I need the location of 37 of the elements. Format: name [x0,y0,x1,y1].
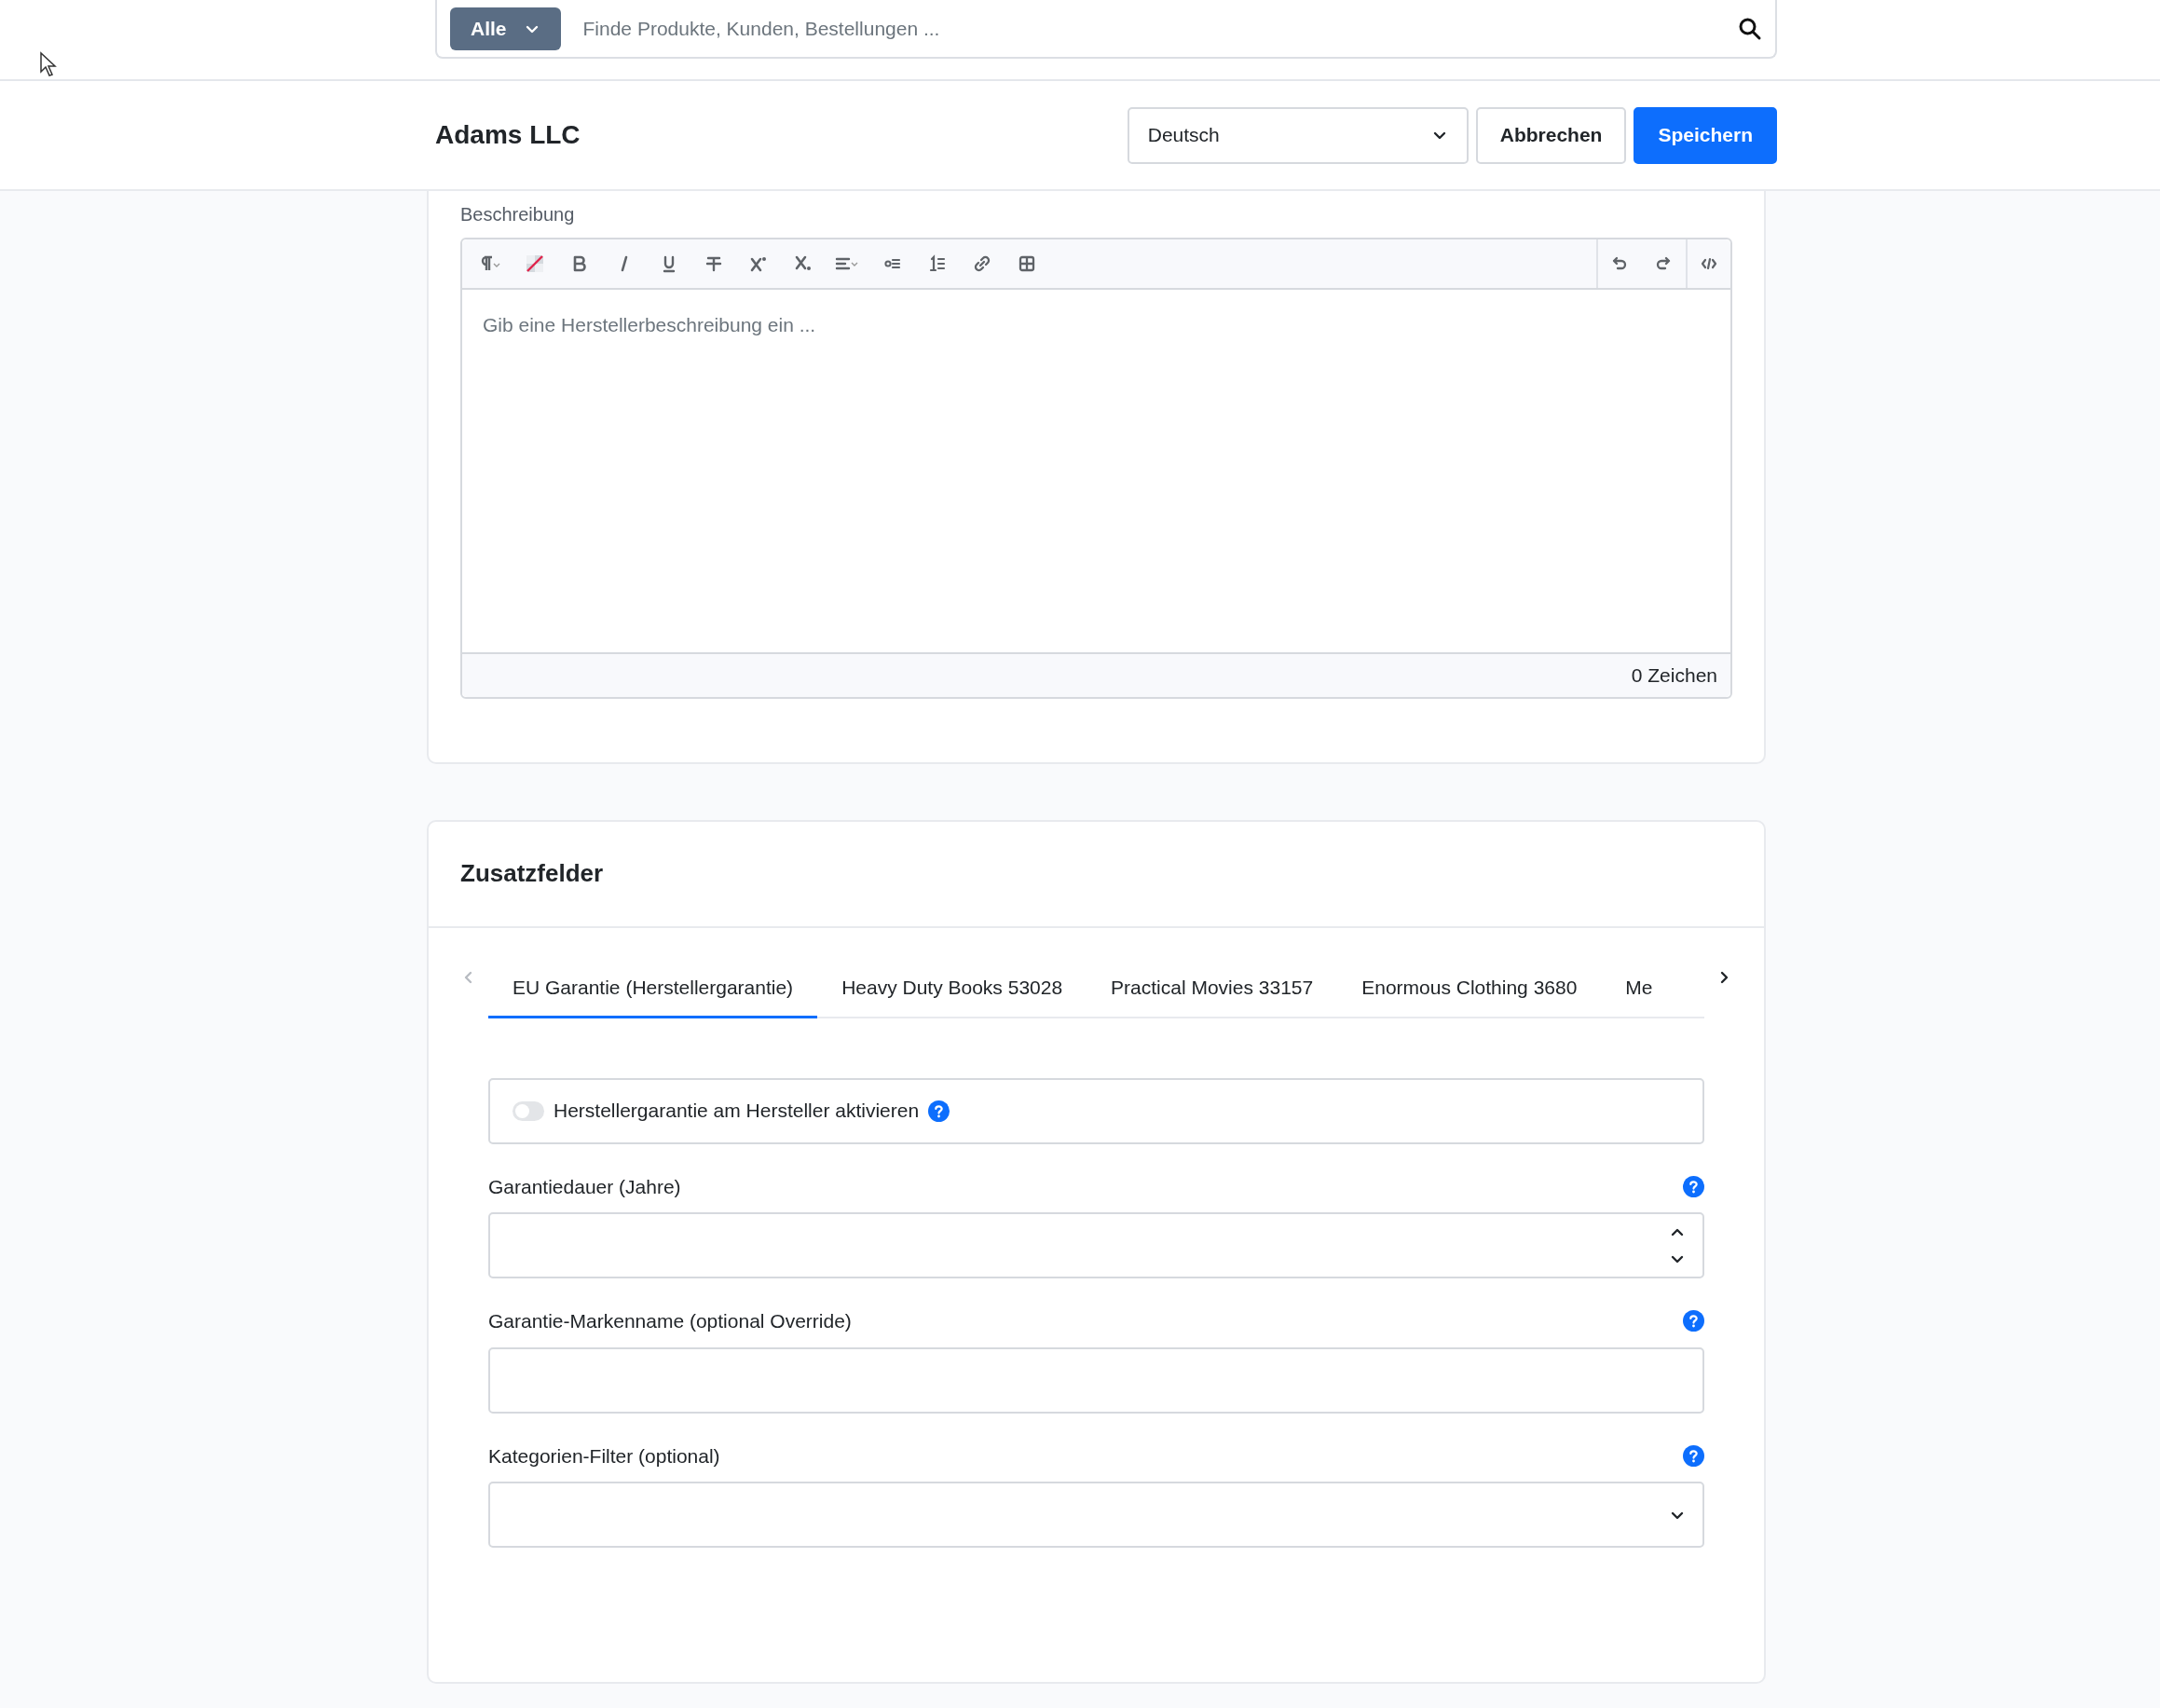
search-icon[interactable] [1738,16,1762,41]
toggle-label: Herstellergarantie am Hersteller aktivieren [554,1099,920,1124]
help-icon[interactable] [1683,1444,1704,1467]
language-select[interactable]: Deutsch [1127,106,1469,164]
help-icon[interactable] [928,1100,950,1122]
superscript-icon [749,254,768,273]
select-field[interactable] [488,1482,1704,1548]
field-label: Kategorien-Filter (optional) [488,1443,720,1469]
editor-placeholder: Gib eine Herstellerbeschreibung ein ... [483,314,816,335]
tab[interactable]: Enormous Clothing 3680 [1337,956,1602,1018]
mouse-pointer-icon [39,51,58,77]
text-input[interactable] [488,1346,1704,1414]
table-icon [1018,254,1036,273]
number-input[interactable] [488,1212,1704,1278]
color-swatch-icon [526,254,544,273]
tab[interactable]: EU Garantie (Herstellergarantie) [488,956,818,1018]
help-icon[interactable] [1683,1175,1704,1197]
field-label: Garantie-Markenname (optional Override) [488,1309,852,1333]
section-title: Zusatzfelder [460,859,604,889]
search-bar[interactable]: Alle Finde Produkte, Kunden, Bestellungen ... [435,0,1777,59]
text-editor[interactable]: Gib eine Herstellerbeschreibung ein ... 0 Zeichen [460,238,1732,699]
cancel-button[interactable]: Abbrechen [1475,106,1627,164]
numbered-list-icon [928,254,947,273]
subscript-icon [794,254,813,273]
scope-dropdown[interactable]: Alle [450,7,561,50]
page-title: Adams LLC [435,119,581,151]
field-label: Beschreibung [460,203,576,226]
strikethrough-icon [704,254,723,273]
field-label: Garantiedauer (Jahre) [488,1174,681,1199]
toggle-switch[interactable] [513,1100,544,1121]
link-icon [973,254,991,273]
save-button[interactable]: Speichern [1634,106,1777,164]
character-count: 0 Zeichen [1631,663,1717,689]
help-icon[interactable] [1683,1310,1704,1332]
tab[interactable]: Practical Movies 33157 [1087,956,1338,1018]
tab[interactable]: Me [1601,956,1677,1018]
tab[interactable]: Heavy Duty Books 53028 [817,956,1087,1018]
